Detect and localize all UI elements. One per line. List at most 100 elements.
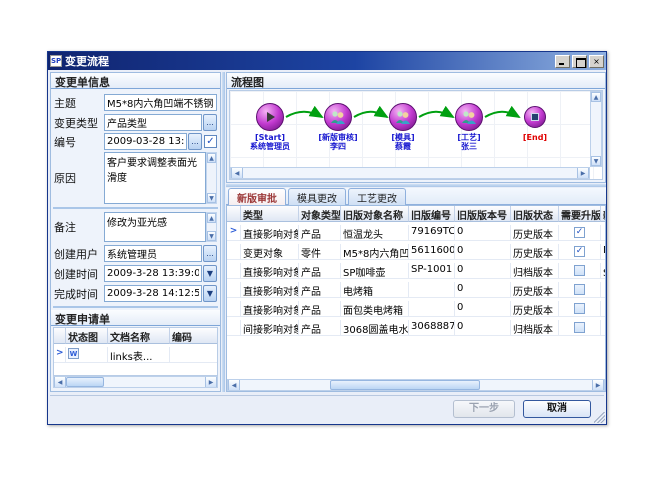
change-type-browse-button[interactable]: ... (203, 114, 217, 131)
cancel-button[interactable]: 取消 (523, 400, 591, 418)
finish-time-input[interactable] (104, 285, 202, 302)
request-table[interactable]: 状态图文档名称编码 >Wlinks表...普通 (53, 327, 218, 376)
flow-node-新版审核[interactable] (324, 103, 352, 131)
flow-hscrollbar[interactable]: ◀ ▶ (230, 167, 590, 179)
reason-scrollbar[interactable]: ▲ ▼ (206, 152, 217, 204)
scroll-left-icon[interactable]: ◀ (231, 168, 243, 178)
creator-input[interactable] (104, 245, 202, 262)
table-row[interactable]: >直接影响对象产品恒温龙头79169TC0历史版本✓ (227, 225, 605, 244)
scroll-right-icon[interactable]: ▶ (592, 380, 604, 390)
table-row[interactable]: 直接影响对象产品SP咖啡壶SP-10010归档版本SP咖... (227, 263, 605, 282)
tab-工艺更改[interactable]: 工艺更改 (348, 188, 406, 205)
main-col-header[interactable]: 旧版对象名称 (341, 206, 409, 222)
maximize-button[interactable] (572, 55, 587, 68)
scroll-down-icon[interactable]: ▼ (207, 193, 216, 203)
remark-row: 备注 修改为亚光感 ▲ ▼ (54, 212, 217, 242)
title-bar[interactable]: SP 变更流程 × (48, 52, 606, 70)
people-icon (395, 110, 411, 124)
next-button[interactable]: 下一步 (453, 400, 515, 418)
flow-vscrollbar[interactable]: ▲ ▼ (590, 91, 602, 167)
table-row[interactable]: 间接影响对象产品3068圆盖电水壶30688870归档版本 (227, 320, 605, 339)
create-time-input[interactable] (104, 265, 202, 282)
flow-canvas[interactable]: [Start] 系统管理员[新版审核] 李四[模具] 蔡霞[工艺] 张三[End… (229, 90, 603, 180)
creator-browse-button[interactable]: ... (203, 245, 217, 262)
old-status-cell: 历史版本 (511, 282, 559, 298)
detail-tab-panel: 新版审批模具更改工艺更改 类型对象类型旧版对象名称旧版编号旧版版本号旧版状态需要… (226, 188, 606, 392)
flow-node-模具[interactable] (389, 103, 417, 131)
checkbox-unchecked-icon[interactable] (574, 265, 585, 276)
table-row[interactable]: 变更对象零件M5*8内六角凹...56116000历史版本✓M5*8... (227, 244, 605, 263)
scroll-down-icon[interactable]: ▼ (591, 156, 601, 166)
type-cell: 间接影响对象 (241, 320, 299, 336)
change-type-input[interactable] (104, 114, 202, 131)
checkbox-unchecked-icon[interactable] (574, 322, 585, 333)
row-selector[interactable]: > (227, 225, 241, 241)
row-selector[interactable] (227, 320, 241, 336)
main-col-header[interactable]: 旧版状态 (511, 206, 559, 222)
main-col-header[interactable]: 类型 (241, 206, 299, 222)
main-col-header[interactable] (227, 206, 241, 222)
scroll-right-icon[interactable]: ▶ (577, 168, 589, 178)
finish-time-dropdown-icon[interactable]: ▼ (203, 285, 217, 302)
table-row[interactable]: 直接影响对象产品面包类电烤箱0历史版本 (227, 301, 605, 320)
number-checkbox[interactable]: ✓ (204, 135, 217, 148)
checkbox-checked-icon[interactable]: ✓ (574, 227, 585, 238)
request-table-hscrollbar[interactable]: ◀ ▶ (53, 376, 218, 388)
doc-name-cell[interactable]: links表... (108, 347, 170, 363)
creator-row: 创建用户 ... (54, 245, 217, 262)
affected-objects-table[interactable]: 类型对象类型旧版对象名称旧版编号旧版版本号旧版状态需要升版新版 >直接影响对象产… (226, 205, 606, 392)
vertical-splitter[interactable] (222, 72, 225, 392)
reason-textarea[interactable]: 客户要求调整表面光滑度 (104, 152, 206, 204)
number-browse-button[interactable]: ... (188, 133, 202, 150)
scroll-up-icon[interactable]: ▲ (207, 213, 216, 223)
row-selector[interactable] (227, 301, 241, 317)
horizontal-splitter[interactable] (226, 184, 606, 187)
close-button[interactable]: × (589, 55, 604, 68)
scroll-down-icon[interactable]: ▼ (207, 231, 216, 241)
main-col-header[interactable]: 新版 (601, 206, 606, 222)
remark-textarea[interactable]: 修改为亚光感 (104, 212, 206, 242)
checkbox-unchecked-icon[interactable] (574, 303, 585, 314)
old-number-cell: SP-1001 (409, 263, 455, 279)
type-cell: 直接影响对象 (241, 301, 299, 317)
scroll-up-icon[interactable]: ▲ (207, 153, 216, 163)
table-row[interactable]: 直接影响对象产品电烤箱0历史版本 (227, 282, 605, 301)
row-selector[interactable]: > (54, 347, 66, 363)
start-icon (267, 112, 275, 122)
minimize-button[interactable] (555, 55, 570, 68)
resize-grip[interactable] (594, 412, 605, 423)
table-hscrollbar[interactable]: ◀ ▶ (227, 379, 605, 391)
scroll-left-icon[interactable]: ◀ (228, 380, 240, 390)
main-col-header[interactable]: 对象类型 (299, 206, 341, 222)
row-selector[interactable] (227, 282, 241, 298)
request-col-header[interactable]: 文档名称 (108, 328, 170, 344)
main-col-header[interactable]: 旧版编号 (409, 206, 455, 222)
subject-label: 主题 (54, 95, 104, 111)
request-col-header[interactable]: 编码 (170, 328, 218, 344)
flow-node-start[interactable] (256, 103, 284, 131)
row-selector[interactable] (227, 244, 241, 260)
flow-node-工艺[interactable] (455, 103, 483, 131)
checkbox-unchecked-icon[interactable] (574, 284, 585, 295)
tab-新版审批[interactable]: 新版审批 (228, 188, 286, 205)
upgrade-cell (559, 301, 601, 317)
old-version-cell: 0 (455, 282, 511, 298)
flow-node-end[interactable] (524, 106, 546, 128)
scroll-left-icon[interactable]: ◀ (54, 377, 66, 387)
main-col-header[interactable]: 旧版版本号 (455, 206, 511, 222)
tab-模具更改[interactable]: 模具更改 (288, 188, 346, 205)
reason-label: 原因 (54, 170, 104, 186)
row-selector[interactable] (227, 263, 241, 279)
checkbox-checked-icon[interactable]: ✓ (574, 246, 585, 257)
request-col-header[interactable]: 状态图 (66, 328, 108, 344)
scroll-right-icon[interactable]: ▶ (205, 377, 217, 387)
number-input[interactable] (104, 133, 187, 150)
request-col-header[interactable] (54, 328, 66, 344)
flow-node-label: [End] (490, 133, 580, 142)
scroll-up-icon[interactable]: ▲ (591, 92, 601, 102)
footer-divider (50, 395, 604, 396)
create-time-dropdown-icon[interactable]: ▼ (203, 265, 217, 282)
remark-scrollbar[interactable]: ▲ ▼ (206, 212, 217, 242)
subject-input[interactable] (104, 94, 217, 111)
main-col-header[interactable]: 需要升版 (559, 206, 601, 222)
